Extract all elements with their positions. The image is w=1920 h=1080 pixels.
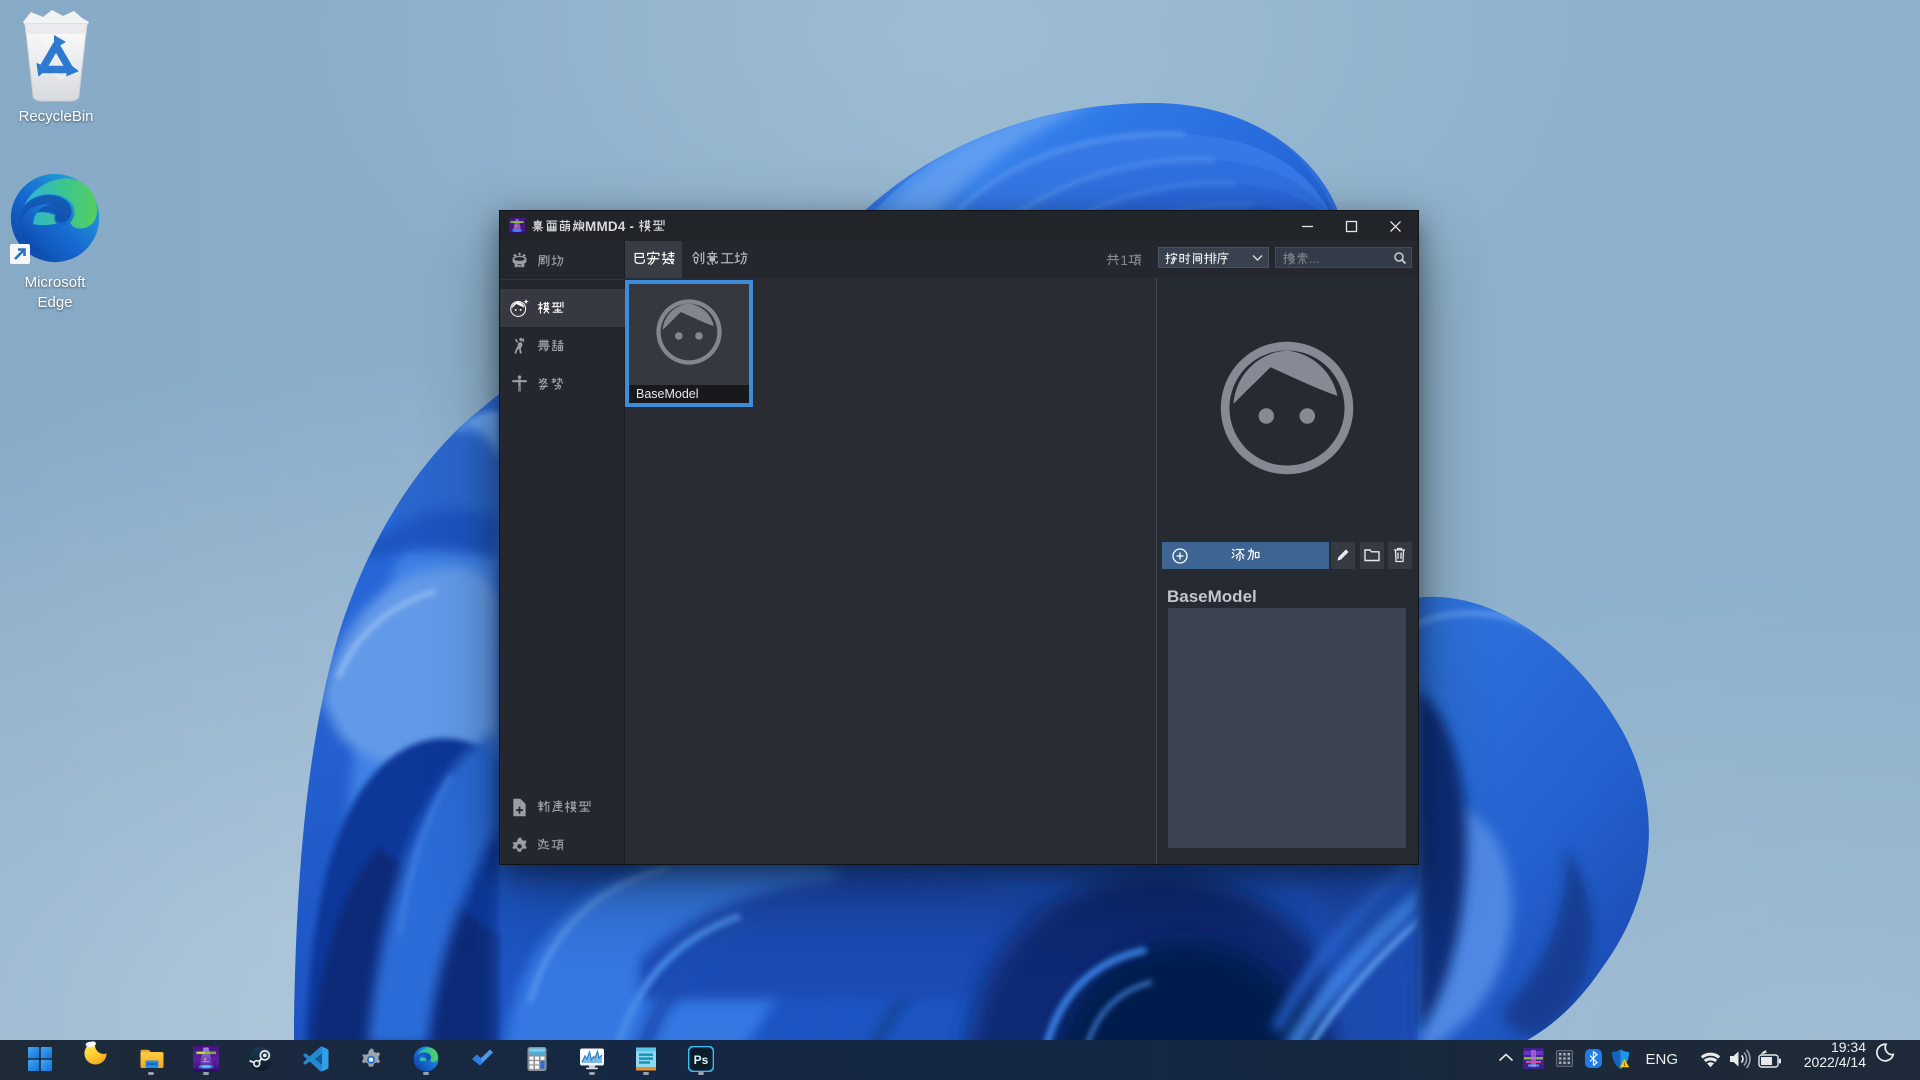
svg-text:Ps: Ps [694,1053,709,1067]
